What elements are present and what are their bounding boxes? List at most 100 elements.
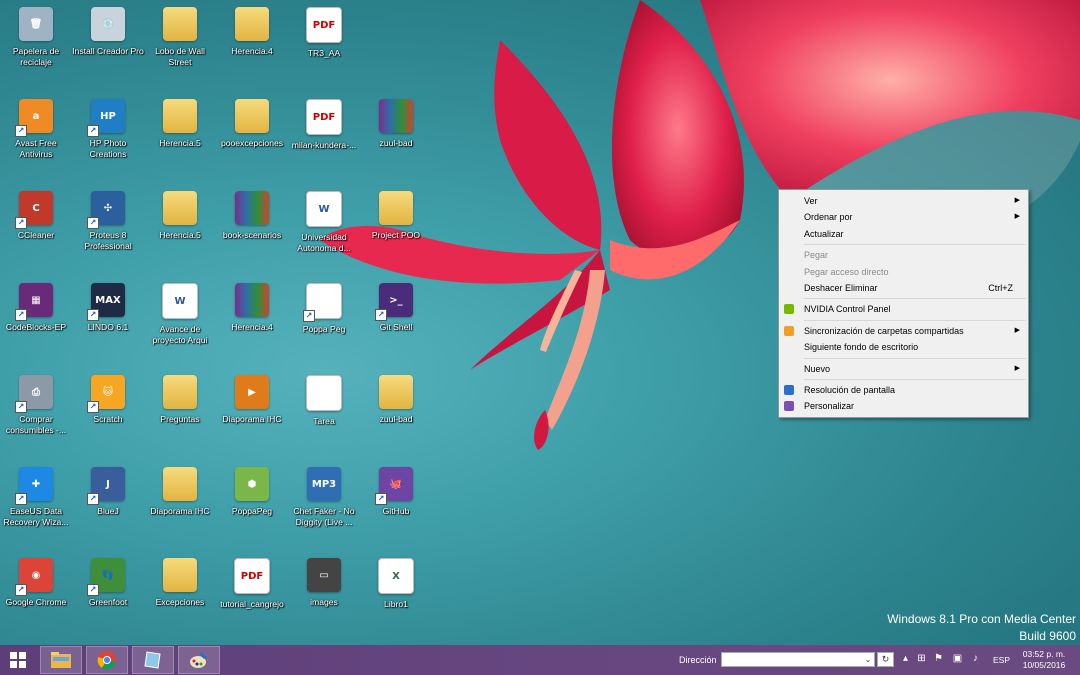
desktop-icon-libro1[interactable]: X Libro1 <box>360 554 432 638</box>
desktop-icon-chet-faker-no-diggity-live[interactable]: MP3 Chet Faker - No Diggity (Live ... <box>288 463 360 547</box>
menu-separator <box>804 244 1026 246</box>
menu-item-ordenar-por[interactable]: Ordenar por ▶ <box>779 209 1028 225</box>
desktop-icon-git-shell[interactable]: >_ ↗ Git Shell <box>360 279 432 363</box>
desktop-icon-avast-free-antivirus[interactable]: a ↗ Avast Free Antivirus <box>0 95 72 179</box>
menu-item-label: Pegar acceso directo <box>804 266 889 277</box>
desktop-icon-tr3-aa[interactable]: PDF TR3_AA <box>288 3 360 87</box>
desktop-icon-herencia-5[interactable]: Herencia.5 <box>144 95 216 179</box>
language-indicator[interactable]: ESP <box>993 655 1010 665</box>
desktop-icon-diaporama-ihc[interactable]: ▶ Diaporama IHC <box>216 371 288 455</box>
menu-item-nvidia-control-panel[interactable]: NVIDIA Control Panel <box>779 301 1028 317</box>
desktop-icon-tarea[interactable]: Tarea <box>288 371 360 455</box>
taskbar-chrome[interactable] <box>86 646 128 674</box>
desktop-icon-poppapeg[interactable]: ⬢ PoppaPeg <box>216 463 288 547</box>
clock[interactable]: 03:52 p. m. 10/05/2016 <box>1013 649 1075 671</box>
desktop-icons: 🗑 Papelera de reciclaje 💿 Install Creador P… <box>0 0 460 640</box>
desktop-icon-ccleaner[interactable]: C ↗ CCleaner <box>0 187 72 271</box>
taskbar-notebook-app[interactable] <box>132 646 174 674</box>
desktop-icon-label: zuul-bad <box>379 138 413 148</box>
network-icon[interactable]: ▣ <box>952 653 963 664</box>
menu-item-resolucion-de-pantalla[interactable]: Resolución de pantalla <box>779 382 1028 398</box>
desktop-icon-hp-photo-creations[interactable]: HP ↗ HP Photo Creations <box>72 95 144 179</box>
desktop-icon-install-creador-pro[interactable]: 💿 Install Creador Pro <box>72 3 144 87</box>
desktop-icon-label: milan-kundera-... <box>291 140 357 150</box>
taskbar-paint[interactable] <box>178 646 220 674</box>
taskbar-file-explorer[interactable] <box>40 646 82 674</box>
desktop-icon-label: Papelera de reciclaje <box>12 46 60 67</box>
desktop-icon-papelera-de-reciclaje[interactable]: 🗑 Papelera de reciclaje <box>0 3 72 87</box>
menu-item-label: Ver <box>804 196 818 206</box>
desktop-icon-poppa-peg[interactable]: ↗ Poppa Peg <box>288 279 360 363</box>
menu-item-personalizar[interactable]: Personalizar <box>779 398 1028 414</box>
menu-separator <box>804 298 1026 300</box>
address-toolbar-label: Dirección <box>679 655 717 665</box>
desktop-icon-comprar-consumibles[interactable]: ⎙ ↗ Comprar consumibles -... <box>0 371 72 455</box>
word-doc-icon: W <box>306 191 342 227</box>
nvidia-icon <box>784 304 794 315</box>
desktop-icon-codeblocks-ep[interactable]: ▦ ↗ CodeBlocks-EP <box>0 279 72 363</box>
shortcut-arrow-icon: ↗ <box>15 125 27 137</box>
desktop-icon-book-scenarios[interactable]: book-scenarios <box>216 187 288 271</box>
folder-icon <box>163 467 197 501</box>
show-hidden-icons-icon[interactable]: ▴ <box>900 653 911 664</box>
desktop-icon-project-poo[interactable]: Project POO <box>360 187 432 271</box>
menu-item-deshacer-eliminar[interactable]: Deshacer Eliminar Ctrl+Z <box>779 280 1028 296</box>
word-doc-icon: W <box>162 283 198 319</box>
desktop-icon-excepciones[interactable]: Excepciones <box>144 554 216 638</box>
desktop-icon-label: Tarea <box>313 416 335 426</box>
desktop-icon-label: Herencia.4 <box>231 322 273 332</box>
chevron-down-icon[interactable]: ⌄ <box>862 653 874 666</box>
desktop-icon-avance-de-proyecto-arqui[interactable]: W Avance de proyecto Arqui <box>144 279 216 363</box>
desktop-icon-greenfoot[interactable]: 👣 ↗ Greenfoot <box>72 554 144 638</box>
desktop-icon-lindo-6-1[interactable]: MAX ↗ LINDO 6.1 <box>72 279 144 363</box>
volume-icon[interactable]: ♪ <box>970 653 981 664</box>
desktop-icon-easeus-data-recovery-wiza[interactable]: ✚ ↗ EaseUS Data Recovery Wiza... <box>0 463 72 547</box>
desktop-icon-bluej[interactable]: J ↗ BlueJ <box>72 463 144 547</box>
menu-item-ver[interactable]: Ver ▶ <box>779 193 1028 209</box>
desktop-icon-lobo-de-wall-street[interactable]: Lobo de Wall Street <box>144 3 216 87</box>
display-resolution-icon <box>784 385 794 395</box>
folder-icon <box>379 375 413 409</box>
desktop-icon-preguntas[interactable]: Preguntas <box>144 371 216 455</box>
desktop-icon-zuul-bad[interactable]: zuul-bad <box>360 371 432 455</box>
menu-item-siguiente-fondo-de-escritorio[interactable]: Siguiente fondo de escritorio <box>779 339 1028 355</box>
desktop-icon-herencia-5[interactable]: Herencia.5 <box>144 187 216 271</box>
images-folder-icon: ▭ <box>307 558 341 592</box>
desktop-icon-herencia-4[interactable]: Herencia.4 <box>216 279 288 363</box>
bluej-icon: J ↗ <box>87 467 125 505</box>
desktop-icon-label: Project POO <box>371 230 421 240</box>
menu-item-nuevo[interactable]: Nuevo ▶ <box>779 361 1028 377</box>
clock-time: 03:52 p. m. <box>1022 649 1066 659</box>
shortcut-arrow-icon: ↗ <box>87 309 99 321</box>
personalize-icon <box>784 401 794 412</box>
submenu-arrow-icon: ▶ <box>1014 326 1020 334</box>
desktop-icon-label: images <box>310 597 338 607</box>
text-file-icon <box>306 375 342 411</box>
menu-separator <box>804 319 1026 321</box>
desktop-icon-images[interactable]: ▭ images <box>288 554 360 638</box>
desktop-icon-github[interactable]: 🐙 ↗ GitHub <box>360 463 432 547</box>
refresh-icon[interactable]: ↻ <box>877 652 894 667</box>
git-shell-icon: >_ ↗ <box>375 283 413 321</box>
address-toolbar-input[interactable] <box>721 652 875 667</box>
desktop-icon-zuul-bad[interactable]: zuul-bad <box>360 95 432 179</box>
recycle-bin-icon: 🗑 <box>19 7 53 41</box>
desktop-icon-herencia-4[interactable]: Herencia.4 <box>216 3 288 87</box>
desktop-icon-scratch[interactable]: 🐱 ↗ Scratch <box>72 371 144 455</box>
flag-icon[interactable]: ⚑ <box>933 653 944 664</box>
desktop-icon-label: Chet Faker - No Diggity (Live ... <box>293 506 355 527</box>
windows-tray-icon[interactable]: ⊞ <box>916 653 927 664</box>
shortcut-arrow-icon: ↗ <box>87 584 99 596</box>
menu-item-actualizar[interactable]: Actualizar <box>779 226 1028 242</box>
desktop-icon-google-chrome[interactable]: ◉ ↗ Google Chrome <box>0 554 72 638</box>
desktop-icon-pooexcepciones[interactable]: pooexcepciones <box>216 95 288 179</box>
shortcut-arrow-icon: ↗ <box>303 310 315 322</box>
desktop-icon-universidad-autonoma-d[interactable]: W Universidad Autonoma d... <box>288 187 360 271</box>
start-button[interactable] <box>0 646 36 674</box>
desktop-icon-milan-kundera[interactable]: PDF milan-kundera-... <box>288 95 360 179</box>
desktop-icon-diaporama-ihc[interactable]: Diaporama IHC <box>144 463 216 547</box>
desktop-icon-label: LINDO 6.1 <box>87 322 129 332</box>
menu-item-sincronizacion-de-carpetas-compartidas[interactable]: Sincronización de carpetas compartidas ▶ <box>779 323 1028 339</box>
desktop-icon-proteus-8-professional[interactable]: ✣ ↗ Proteus 8 Professional <box>72 187 144 271</box>
desktop-icon-tutorial-cangrejo[interactable]: PDF tutorial_cangrejo <box>216 554 288 638</box>
